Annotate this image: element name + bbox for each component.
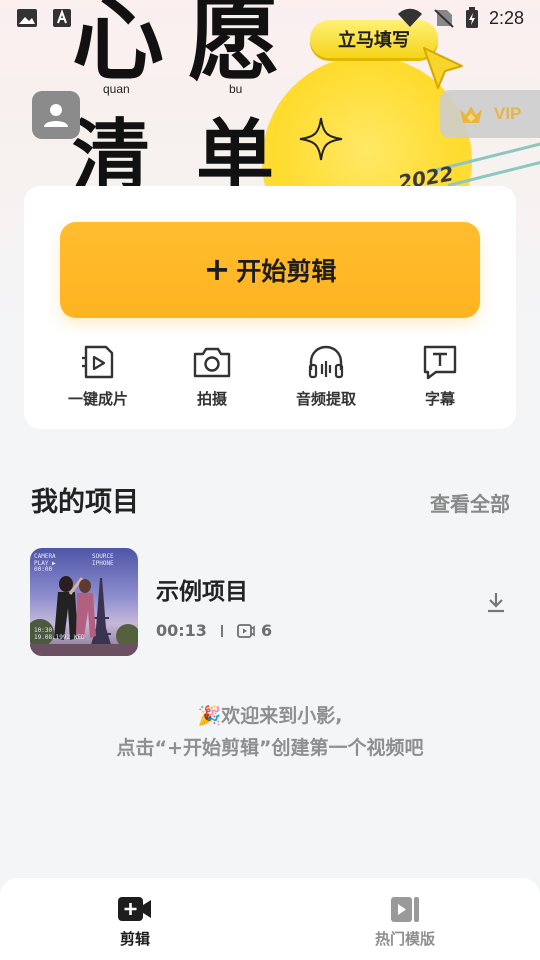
- meta-divider: [220, 624, 223, 637]
- tool-audio-extract[interactable]: 音频提取: [269, 344, 383, 409]
- nav-tab-edit[interactable]: 剪辑: [0, 878, 270, 960]
- thumbnail-overlay-text: CAMERA PLAY ▶ 00:00: [34, 553, 56, 574]
- headphones-icon: [308, 345, 344, 379]
- wifi-icon: [397, 8, 422, 27]
- welcome-line: 点击“+开始剪辑”创建第一个视频吧: [116, 737, 424, 759]
- video-file-icon: [82, 345, 114, 379]
- template-icon: [391, 897, 419, 922]
- tool-label: 音频提取: [295, 390, 356, 408]
- video-add-icon: [118, 897, 151, 921]
- start-editing-button[interactable]: + 开始剪辑: [60, 222, 480, 318]
- project-clip-count: 6: [260, 621, 273, 640]
- thumbnail-overlay-text: SOURCE IPHONE: [92, 553, 114, 567]
- gallery-icon: [17, 9, 37, 27]
- tool-label: 拍摄: [196, 390, 227, 408]
- font-icon: [53, 9, 71, 27]
- vip-button[interactable]: VIP: [440, 90, 540, 138]
- welcome-message: 🎉欢迎来到小影, 点击“+开始剪辑”创建第一个视频吧: [0, 700, 540, 764]
- view-all-link[interactable]: 查看全部: [430, 488, 510, 517]
- battery-charging-icon: [465, 7, 478, 28]
- banner-pinyin: bu: [229, 82, 243, 96]
- my-projects-title: 我的项目: [31, 487, 139, 518]
- nav-label: 热门模版: [374, 930, 435, 948]
- text-icon: [423, 345, 457, 380]
- project-thumbnail[interactable]: CAMERA PLAY ▶ 00:00 SOURCE IPHONE 10:30 …: [30, 548, 138, 656]
- banner-char: 清: [72, 112, 151, 202]
- main-card: + 开始剪辑 一键成片 拍摄 音频提取 字幕: [24, 186, 516, 429]
- status-bar: 2:28: [0, 0, 540, 36]
- crown-icon: [460, 106, 482, 123]
- tool-subtitles[interactable]: 字幕: [383, 344, 497, 409]
- no-sim-icon: [434, 9, 454, 28]
- tool-label: 字幕: [424, 390, 455, 408]
- tool-shoot[interactable]: 拍摄: [155, 344, 269, 409]
- tool-one-click-video[interactable]: 一键成片: [41, 344, 155, 409]
- vip-label: VIP: [494, 104, 522, 123]
- project-name: 示例项目: [156, 579, 248, 605]
- project-item[interactable]: CAMERA PLAY ▶ 00:00 SOURCE IPHONE 10:30 …: [30, 548, 510, 656]
- sparkle-icon: [299, 117, 343, 161]
- camera-icon: [193, 347, 231, 378]
- project-duration: 00:13: [156, 621, 207, 640]
- project-meta: 00:13 6: [156, 621, 272, 640]
- plus-icon: +: [203, 250, 231, 288]
- bottom-navigation: 剪辑 热门模版: [0, 878, 540, 960]
- start-editing-label: 开始剪辑: [236, 257, 337, 286]
- thumbnail-overlay-text: 10:30 19.08.1992 WED: [34, 627, 85, 641]
- clock: 2:28: [488, 7, 524, 28]
- banner-char: 单: [196, 112, 275, 202]
- user-icon: [44, 104, 68, 127]
- download-icon[interactable]: [484, 590, 508, 614]
- video-clip-icon: [237, 623, 255, 638]
- banner-pinyin: quan: [103, 82, 130, 96]
- nav-label: 剪辑: [119, 930, 150, 948]
- cursor-arrow-icon: [423, 47, 463, 89]
- user-avatar-button[interactable]: [32, 91, 80, 139]
- tool-row: 一键成片 拍摄 音频提取 字幕: [24, 344, 516, 409]
- nav-tab-templates[interactable]: 热门模版: [270, 878, 540, 960]
- welcome-line: 🎉欢迎来到小影,: [197, 705, 343, 727]
- tool-label: 一键成片: [67, 390, 128, 408]
